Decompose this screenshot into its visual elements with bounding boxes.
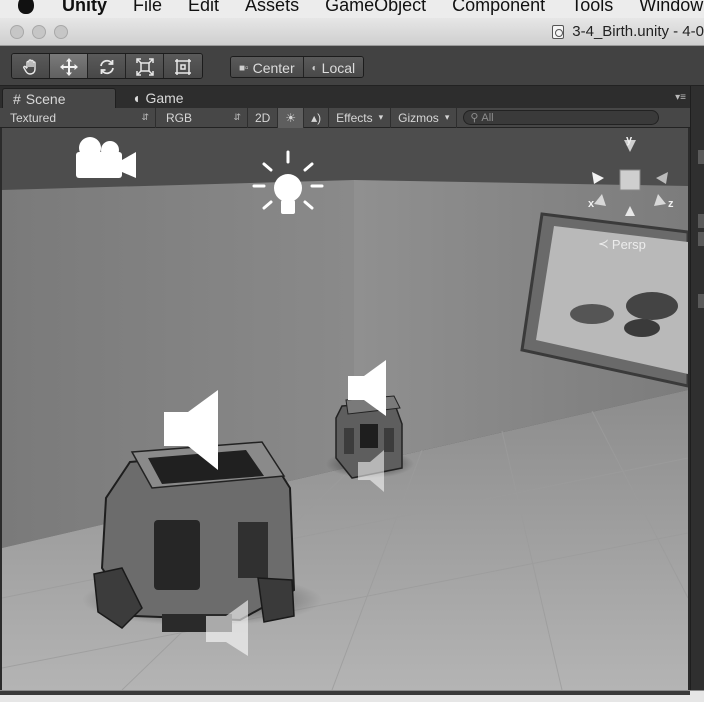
pivot-local-toggle[interactable]: ◐ Local bbox=[303, 57, 364, 77]
pacman-icon: ◖ bbox=[132, 90, 141, 106]
panel-handle[interactable] bbox=[698, 232, 704, 246]
effects-label: Effects bbox=[336, 110, 373, 125]
orientation-gizmo[interactable]: y x z bbox=[580, 134, 680, 218]
panel-menu-icon[interactable]: ▾≡ bbox=[675, 92, 686, 103]
local-globe-icon: ◐ bbox=[311, 62, 318, 74]
scene-lighting-toggle[interactable]: ☀ bbox=[278, 107, 305, 128]
rotate-tool-button[interactable] bbox=[88, 54, 126, 78]
window-title-text: 3-4_Birth.unity - 4-0 bbox=[572, 23, 704, 40]
close-window-button[interactable] bbox=[10, 25, 24, 39]
panel-handle[interactable] bbox=[698, 214, 704, 228]
rect-icon bbox=[175, 59, 191, 75]
dropdown-arrow-icon: ⇵ bbox=[233, 112, 241, 122]
move-arrows-icon bbox=[59, 58, 78, 76]
projection-label: Persp bbox=[611, 236, 646, 252]
pivot-toggles: ■▫ Center ◐ Local bbox=[230, 56, 365, 78]
window-title-bar: 3-4_Birth.unity - 4-0 bbox=[0, 18, 704, 46]
scene-search-input[interactable]: ⚲ All bbox=[463, 110, 660, 125]
center-pivot-icon: ■▫ bbox=[239, 62, 249, 74]
menu-component[interactable]: Component bbox=[452, 0, 545, 16]
rect-tool-button[interactable] bbox=[164, 54, 202, 78]
scene-audio-toggle[interactable]: ▴) bbox=[304, 107, 330, 128]
menu-tools[interactable]: Tools bbox=[571, 0, 613, 16]
menu-assets[interactable]: Assets bbox=[245, 0, 299, 16]
scale-tool-button[interactable] bbox=[126, 54, 164, 78]
menu-gameobject[interactable]: GameObject bbox=[325, 0, 426, 16]
dropdown-arrow-icon: ⇵ bbox=[141, 112, 149, 122]
speaker-icon: ▴) bbox=[311, 110, 322, 125]
minimize-window-button[interactable] bbox=[32, 25, 46, 39]
search-placeholder: All bbox=[481, 111, 494, 124]
pivot-center-toggle[interactable]: ■▫ Center bbox=[231, 57, 304, 77]
axis-gizmo-icon bbox=[592, 140, 668, 218]
bottom-status-strip bbox=[0, 690, 704, 702]
axis-y-label: y bbox=[626, 134, 633, 146]
hand-icon bbox=[22, 59, 36, 75]
large-robot-crate bbox=[93, 441, 296, 632]
axis-z-label: z bbox=[668, 198, 674, 210]
menu-bar: Unity File Edit Assets GameObject Compon… bbox=[0, 0, 704, 18]
grid-icon: # bbox=[13, 90, 21, 107]
dropdown-arrow-icon: ▾ bbox=[444, 112, 450, 122]
projection-toggle[interactable]: ≺ Persp bbox=[598, 236, 646, 252]
scene-controls-bar: Textured ⇵ RGB ⇵ 2D ☀ ▴) Effects ▾ Gizmo… bbox=[0, 107, 690, 128]
effects-dropdown[interactable]: Effects ▾ bbox=[329, 107, 392, 128]
unity-toolbar: ■▫ Center ◐ Local bbox=[0, 46, 704, 86]
window-title: 3-4_Birth.unity - 4-0 bbox=[552, 23, 704, 40]
zoom-window-button[interactable] bbox=[54, 25, 68, 39]
scale-icon bbox=[135, 58, 154, 76]
pivot-center-label: Center bbox=[252, 60, 295, 76]
horizontal-scrollbar[interactable] bbox=[0, 691, 690, 695]
scene-viewport[interactable]: y x z ≺ Persp bbox=[2, 128, 688, 690]
transform-tools bbox=[11, 53, 203, 79]
menu-window[interactable]: Window bbox=[639, 0, 703, 16]
gizmos-dropdown[interactable]: Gizmos ▾ bbox=[391, 107, 458, 128]
render-mode-value: RGB bbox=[166, 110, 193, 125]
hand-tool-button[interactable] bbox=[12, 54, 50, 78]
pivot-local-label: Local bbox=[321, 60, 356, 76]
rotate-icon bbox=[99, 59, 114, 75]
tab-scene[interactable]: # Scene bbox=[2, 88, 116, 108]
chevron-left-icon: ≺ bbox=[598, 236, 609, 251]
move-tool-button[interactable] bbox=[50, 54, 88, 78]
unity-document-icon bbox=[552, 24, 565, 39]
menu-items: Unity File Edit Assets GameObject Compon… bbox=[0, 0, 704, 17]
tab-game-label: Game bbox=[145, 90, 184, 106]
draw-mode-value: Textured bbox=[10, 110, 57, 125]
toggle-2d-button[interactable]: 2D bbox=[248, 107, 279, 128]
draw-mode-dropdown[interactable]: Textured ⇵ bbox=[0, 107, 156, 128]
panel-handle[interactable] bbox=[698, 294, 704, 308]
axis-x-label: x bbox=[588, 198, 595, 210]
toggle-2d-label: 2D bbox=[255, 110, 271, 125]
apple-icon[interactable] bbox=[18, 0, 34, 14]
menu-app-name[interactable]: Unity bbox=[62, 0, 107, 16]
panel-handle[interactable] bbox=[698, 150, 704, 164]
tab-scene-label: Scene bbox=[25, 90, 66, 107]
tab-game[interactable]: ◖ Game bbox=[122, 88, 194, 108]
gizmos-label: Gizmos bbox=[398, 110, 439, 125]
view-tab-strip: # Scene ◖ Game ▾≡ bbox=[0, 86, 690, 108]
dropdown-arrow-icon: ▾ bbox=[378, 112, 384, 122]
menu-edit[interactable]: Edit bbox=[188, 0, 219, 16]
inspector-panel-edge bbox=[690, 86, 704, 690]
sun-icon: ☀ bbox=[285, 110, 297, 125]
render-mode-dropdown[interactable]: RGB ⇵ bbox=[156, 107, 248, 128]
menu-file[interactable]: File bbox=[133, 0, 162, 16]
search-icon: ⚲ bbox=[470, 112, 479, 124]
